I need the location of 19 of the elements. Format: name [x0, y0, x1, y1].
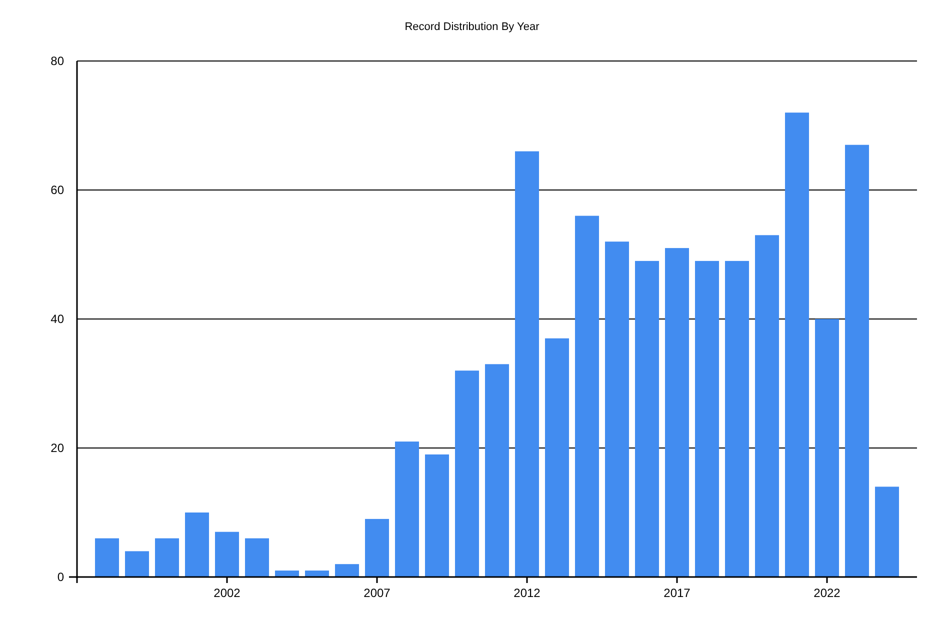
y-tick-label: 0 [57, 570, 64, 584]
x-tick-label: 2002 [214, 586, 240, 600]
y-tick-label: 40 [50, 312, 64, 326]
chart-title: Record Distribution By Year [404, 21, 540, 33]
bar [95, 538, 119, 577]
bar [365, 518, 389, 577]
y-tick-label: 80 [50, 54, 64, 68]
x-tick-label: 2017 [664, 586, 690, 600]
x-tick-label: 2022 [814, 586, 840, 600]
y-tick-label: 60 [50, 183, 64, 197]
bar [155, 538, 179, 577]
x-tick-label: 2012 [514, 586, 540, 600]
bar [245, 538, 269, 577]
y-tick-label: 20 [50, 441, 64, 455]
bar [125, 551, 149, 577]
bar [215, 532, 239, 577]
bar [335, 564, 359, 577]
bar [185, 512, 209, 577]
x-tick-label: 2007 [364, 586, 390, 600]
